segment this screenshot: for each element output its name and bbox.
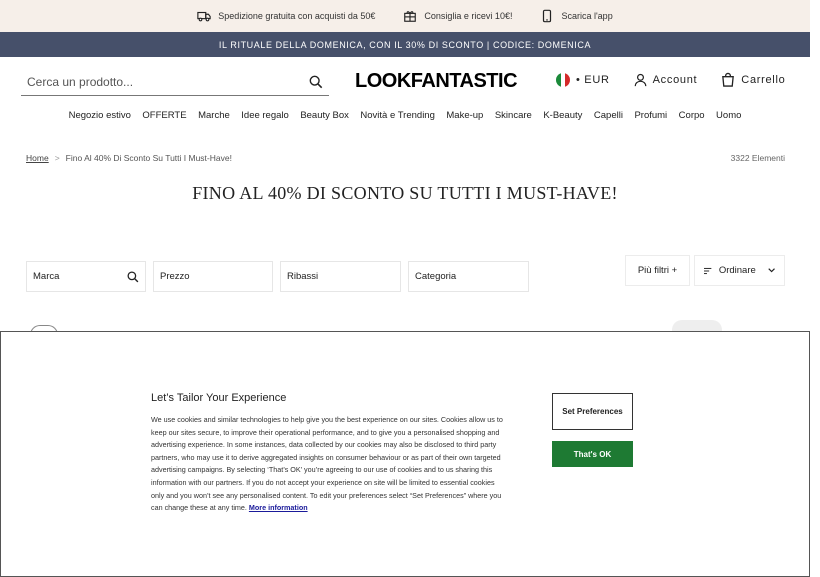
nav-item-capelli[interactable]: Capelli <box>594 110 623 130</box>
nav-item-beauty-box[interactable]: Beauty Box <box>300 110 349 130</box>
promo-app[interactable]: Scarica l'app <box>540 9 613 23</box>
nav-item-skincare[interactable]: Skincare <box>495 110 532 130</box>
filter-price[interactable]: Prezzo <box>153 261 273 292</box>
cart-label: Carrello <box>741 73 786 86</box>
main-nav: Negozio estivo OFFERTE Marche Idee regal… <box>0 110 810 130</box>
filter-brand-label: Marca <box>33 271 60 282</box>
cookie-body: We use cookies and similar technologies … <box>151 414 503 515</box>
sort-dropdown[interactable]: Ordinare <box>694 255 785 286</box>
truck-icon <box>197 11 211 22</box>
nav-item-novita-trending[interactable]: Novità e Trending <box>360 110 434 130</box>
search-icon <box>127 270 139 282</box>
nav-item-marche[interactable]: Marche <box>198 110 230 130</box>
nav-item-offerte[interactable]: OFFERTE <box>142 110 186 130</box>
sort-label: Ordinare <box>718 265 756 276</box>
phone-icon <box>543 9 552 23</box>
account-link[interactable]: Account <box>634 73 698 87</box>
nav-item-make-up[interactable]: Make-up <box>446 110 483 130</box>
page-title: FINO AL 40% DI SCONTO SU TUTTI I MUST-HA… <box>192 183 618 203</box>
currency-label: • EUR <box>576 73 610 86</box>
search-box[interactable] <box>21 68 329 96</box>
breadcrumb: Home > Fino Al 40% Di Sconto Su Tutti I … <box>26 153 232 163</box>
site-logo[interactable]: LOOKFANTASTIC <box>355 70 518 93</box>
nav-item-corpo[interactable]: Corpo <box>679 110 705 130</box>
more-information-link[interactable]: More information <box>249 503 308 512</box>
promo-shipping[interactable]: Spedizione gratuita con acquisti da 50€ <box>197 9 375 23</box>
announcement-text: IL RITUALE DELLA DOMENICA, CON IL 30% DI… <box>218 39 592 50</box>
nav-item-negozio-estivo[interactable]: Negozio estivo <box>69 110 131 130</box>
search-input[interactable] <box>27 74 287 89</box>
nav-item-k-beauty[interactable]: K-Beauty <box>543 110 582 130</box>
filter-category[interactable]: Categoria <box>408 261 529 292</box>
nav-item-idee-regalo[interactable]: Idee regalo <box>241 110 289 130</box>
filter-brand[interactable]: Marca <box>26 261 146 292</box>
account-label: Account <box>652 73 698 86</box>
breadcrumb-home[interactable]: Home <box>26 153 49 163</box>
accept-cookies-button[interactable]: That's OK <box>552 441 633 467</box>
more-filters-button[interactable]: Più filtri + <box>625 255 690 286</box>
filter-discounts[interactable]: Ribassi <box>280 261 401 292</box>
filter-discounts-label: Ribassi <box>287 271 319 282</box>
italy-flag-icon <box>556 72 570 87</box>
search-icon[interactable] <box>309 75 323 89</box>
shopping-bag-icon <box>722 72 735 87</box>
header-actions: • EUR Account Carrello <box>556 72 785 87</box>
cookie-banner: Let’s Tailor Your Experience We use cook… <box>0 331 810 577</box>
promo-referral-label: Consiglia e ricevi 10€! <box>424 11 513 21</box>
cart-link[interactable]: Carrello <box>721 72 785 87</box>
chevron-down-icon <box>768 268 775 273</box>
breadcrumb-current: Fino Al 40% Di Sconto Su Tutti I Must-Ha… <box>65 153 232 163</box>
promo-app-label: Scarica l'app <box>561 11 613 21</box>
sort-icon <box>704 267 712 274</box>
announcement-bar[interactable]: IL RITUALE DELLA DOMENICA, CON IL 30% DI… <box>0 32 810 57</box>
promo-bar: Spedizione gratuita con acquisti da 50€ … <box>0 0 810 32</box>
nav-item-uomo[interactable]: Uomo <box>716 110 741 130</box>
item-count: 3322 Elementi <box>730 153 785 163</box>
set-preferences-button[interactable]: Set Preferences <box>552 393 633 430</box>
site-header: LOOKFANTASTIC • EUR Account Carrello <box>0 57 810 107</box>
gift-icon <box>404 11 417 22</box>
currency-selector[interactable]: • EUR <box>556 72 610 87</box>
filter-price-label: Prezzo <box>160 271 190 282</box>
promo-shipping-label: Spedizione gratuita con acquisti da 50€ <box>218 11 376 21</box>
cookie-body-text: We use cookies and similar technologies … <box>151 415 503 513</box>
user-icon <box>634 73 647 86</box>
more-filters-label: Più filtri + <box>637 265 678 276</box>
filter-category-label: Categoria <box>415 271 457 282</box>
nav-item-profumi[interactable]: Profumi <box>634 110 667 130</box>
breadcrumb-separator: > <box>54 153 60 163</box>
cookie-title: Let’s Tailor Your Experience <box>151 392 287 404</box>
promo-referral[interactable]: Consiglia e ricevi 10€! <box>403 9 512 23</box>
